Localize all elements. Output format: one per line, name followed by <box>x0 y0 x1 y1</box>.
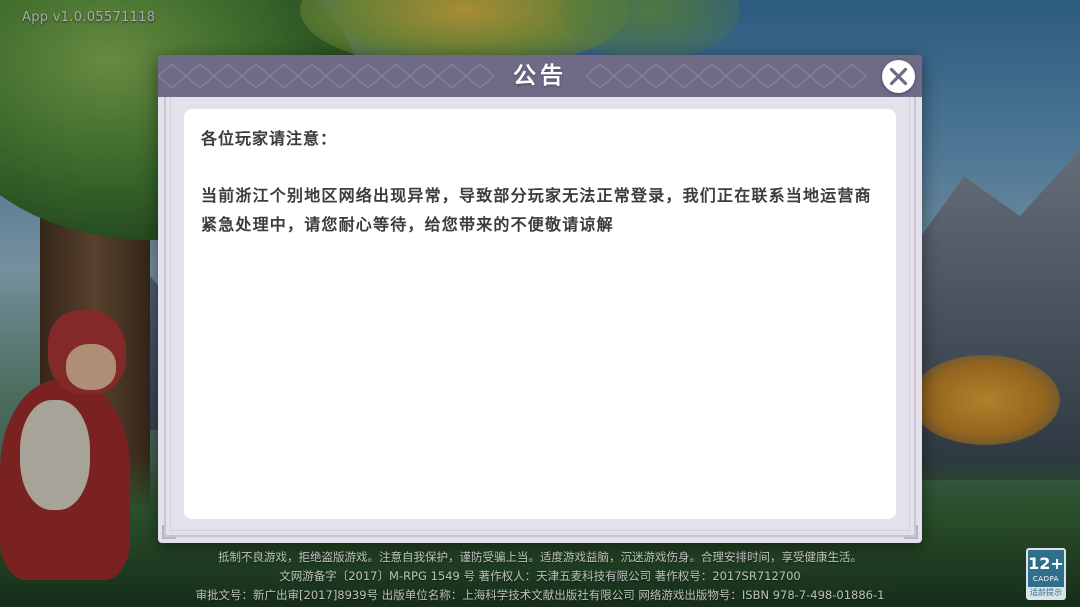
age-rating-badge[interactable]: 12+ CADPA 适龄提示 <box>1026 548 1066 600</box>
age-rating: 12+ <box>1028 554 1064 573</box>
frame-corner-bottom-left <box>162 525 176 539</box>
close-icon <box>889 67 908 86</box>
frame-corner-bottom-right <box>904 525 918 539</box>
legal-footer: 抵制不良游戏，拒绝盗版游戏。注意自我保护，谨防受骗上当。适度游戏益脑，沉迷游戏伤… <box>0 548 1080 605</box>
age-rating-org: CADPA <box>1032 575 1060 583</box>
close-button[interactable] <box>882 60 915 93</box>
announcement-greeting: 各位玩家请注意： <box>201 129 338 148</box>
announcement-dialog: 公告 各位玩家请注意： 当前浙江个别地区网络出现异常，导致部分玩家无法正常登录，… <box>158 55 922 543</box>
health-advisory: 抵制不良游戏，拒绝盗版游戏。注意自我保护，谨防受骗上当。适度游戏益脑，沉迷游戏伤… <box>218 550 862 564</box>
publication-approval: 审批文号：新广出审[2017]8939号 出版单位名称：上海科学技术文献出版社有… <box>195 588 885 602</box>
copyright-registration: 文网游备字〔2017〕M-RPG 1549 号 著作权人：天津五麦科技有限公司 … <box>279 569 801 583</box>
dialog-header: 公告 <box>158 55 922 97</box>
age-rating-tip: 适龄提示 <box>1028 587 1064 599</box>
announcement-message: 当前浙江个别地区网络出现异常，导致部分玩家无法正常登录，我们正在联系当地运营商紧… <box>201 186 872 234</box>
dialog-title: 公告 <box>513 63 567 89</box>
announcement-content: 各位玩家请注意： 当前浙江个别地区网络出现异常，导致部分玩家无法正常登录，我们正… <box>184 109 896 519</box>
